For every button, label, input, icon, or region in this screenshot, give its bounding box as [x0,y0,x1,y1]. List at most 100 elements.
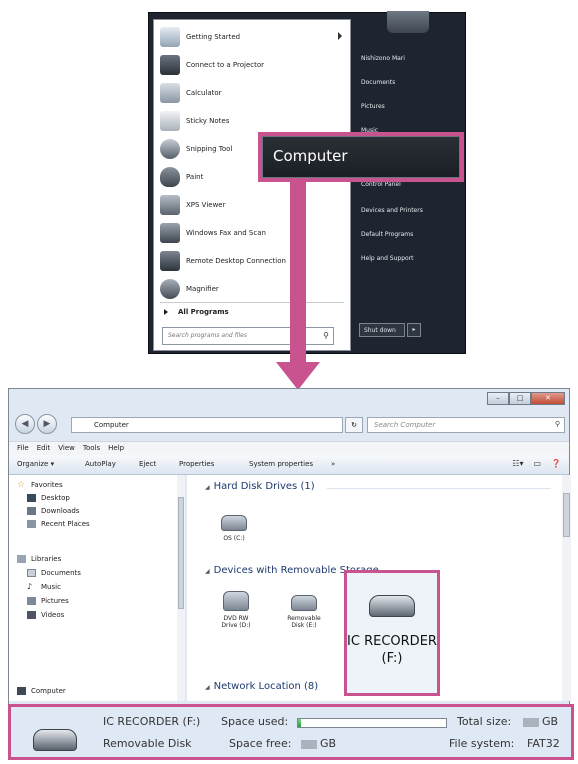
arrow-connector [290,182,306,364]
nav-scrollbar[interactable] [177,475,185,701]
calculator-icon [160,83,180,103]
removable-disk-icon [291,595,317,611]
computer-callout[interactable]: Computer [258,132,464,182]
space-used-bar [297,718,447,728]
nav-favorites[interactable]: ☆ Favorites [17,481,63,490]
sticky-notes-icon [160,111,180,131]
eject-button[interactable]: Eject [139,460,156,468]
program-calculator[interactable]: Calculator [154,80,350,106]
snipping-tool-icon [160,139,180,159]
collapse-icon[interactable]: ◢ [205,568,210,575]
place-default-programs[interactable]: Default Programs [361,231,413,238]
back-button[interactable]: ◀ [15,414,35,434]
space-used-fill [298,719,301,727]
menu-edit[interactable]: Edit [37,444,51,455]
nav-scroll-thumb[interactable] [178,497,184,609]
menu-tools[interactable]: Tools [83,444,100,455]
nav-pictures[interactable]: Pictures [27,597,69,605]
place-user[interactable]: Nishizono Mari [361,55,405,62]
help-icon[interactable]: ❓ [551,459,561,468]
space-free-value: GB [301,737,336,750]
collapse-icon[interactable]: ◢ [205,484,210,491]
pictures-icon [27,597,36,605]
change-view-icon[interactable]: ☷▾ [512,459,523,468]
recent-places-icon [27,520,36,528]
menu-help[interactable]: Help [108,444,124,455]
start-menu: Getting Started Connect to a Projector C… [148,11,466,354]
drive-removable-e[interactable]: Removable Disk (E:) [283,595,325,629]
nav-music[interactable]: ♪ Music [27,583,61,592]
nav-computer[interactable]: Computer [17,687,66,695]
collapse-icon[interactable]: ◢ [205,684,210,691]
menu-file[interactable]: File [17,444,29,455]
search-icon[interactable]: ⚲ [323,331,329,340]
drive-os-c[interactable]: OS (C:) [213,515,255,542]
arrow-down-icon [276,362,320,390]
libraries-icon [17,555,26,563]
menu-bar: File Edit View Tools Help [9,441,569,455]
content-scrollbar[interactable] [562,475,571,701]
system-properties-button[interactable]: System properties [249,460,313,468]
user-picture[interactable] [387,11,429,33]
file-system-value: FAT32 [527,737,560,750]
ic-recorder-drive[interactable]: IC RECORDER (F:) [344,570,440,696]
navigation-bar: ◀ ▶ Computer ↻ Search Computer ⚲ [9,411,569,439]
window-controls: – □ ✕ [487,392,565,405]
place-pictures[interactable]: Pictures [361,103,385,110]
videos-icon [27,611,36,619]
nav-documents[interactable]: Documents [27,569,81,577]
group-network-location[interactable]: ◢ Network Location (8) [205,681,318,692]
start-search-input[interactable]: Search programs and files ⚲ [162,327,334,345]
preview-pane-icon[interactable]: ▭ [533,459,541,468]
projector-icon [160,55,180,75]
place-help-support[interactable]: Help and Support [361,255,414,262]
close-button[interactable]: ✕ [531,392,565,405]
computer-menu-item[interactable]: Computer [262,136,460,178]
autoplay-button[interactable]: AutoPlay [85,460,116,468]
content-scroll-thumb[interactable] [563,493,570,537]
place-documents[interactable]: Documents [361,79,395,86]
explorer-window: – □ ✕ ◀ ▶ Computer ↻ Search Computer ⚲ F… [8,388,571,734]
space-free-label: Space free: [229,737,292,750]
program-sticky-notes[interactable]: Sticky Notes [154,108,350,134]
downloads-icon [27,507,36,515]
ic-recorder-label: IC RECORDER (F:) [347,634,437,666]
program-getting-started[interactable]: Getting Started [154,24,350,50]
more-commands-button[interactable]: » [331,460,335,468]
nav-libraries[interactable]: Libraries [17,555,61,563]
program-xps-viewer[interactable]: XPS Viewer [154,192,350,218]
drive-dvd-d[interactable]: DVD RW Drive (D:) [215,591,257,629]
shutdown-options-icon[interactable]: ▸ [407,323,421,337]
desktop-icon [27,494,36,502]
program-fax-scan[interactable]: Windows Fax and Scan [154,220,350,246]
properties-button[interactable]: Properties [179,460,214,468]
nav-recent-places[interactable]: Recent Places [27,520,90,528]
nav-downloads[interactable]: Downloads [27,507,79,515]
maximize-button[interactable]: □ [509,392,531,405]
menu-view[interactable]: View [58,444,75,455]
nav-videos[interactable]: Videos [27,611,64,619]
chevron-right-icon [338,32,342,40]
place-control-panel[interactable]: Control Panel [361,181,401,188]
all-programs-button[interactable]: All Programs [164,308,229,316]
refresh-button[interactable]: ↻ [345,417,363,433]
xps-viewer-icon [160,195,180,215]
address-bar[interactable]: Computer [71,417,343,433]
shutdown-button[interactable]: Shut down [359,323,405,337]
organize-button[interactable]: Organize ▾ [17,460,54,468]
menu-separator [160,302,344,303]
navigation-pane: ☆ Favorites Desktop Downloads Recent Pla… [9,475,185,701]
program-magnifier[interactable]: Magnifier [154,276,350,302]
computer-icon [17,687,26,695]
place-devices-printers[interactable]: Devices and Printers [361,207,423,214]
program-remote-desktop[interactable]: Remote Desktop Connection [154,248,350,274]
search-icon[interactable]: ⚲ [555,420,560,428]
nav-desktop[interactable]: Desktop [27,494,70,502]
minimize-button[interactable]: – [487,392,509,405]
search-input[interactable]: Search Computer ⚲ [367,417,565,433]
forward-button[interactable]: ▶ [37,414,57,434]
removable-disk-icon [33,729,77,751]
program-connect-projector[interactable]: Connect to a Projector [154,52,350,78]
group-hard-disk-drives[interactable]: ◢ Hard Disk Drives (1) [205,481,315,492]
details-drive-name: IC RECORDER (F:) [103,715,201,728]
